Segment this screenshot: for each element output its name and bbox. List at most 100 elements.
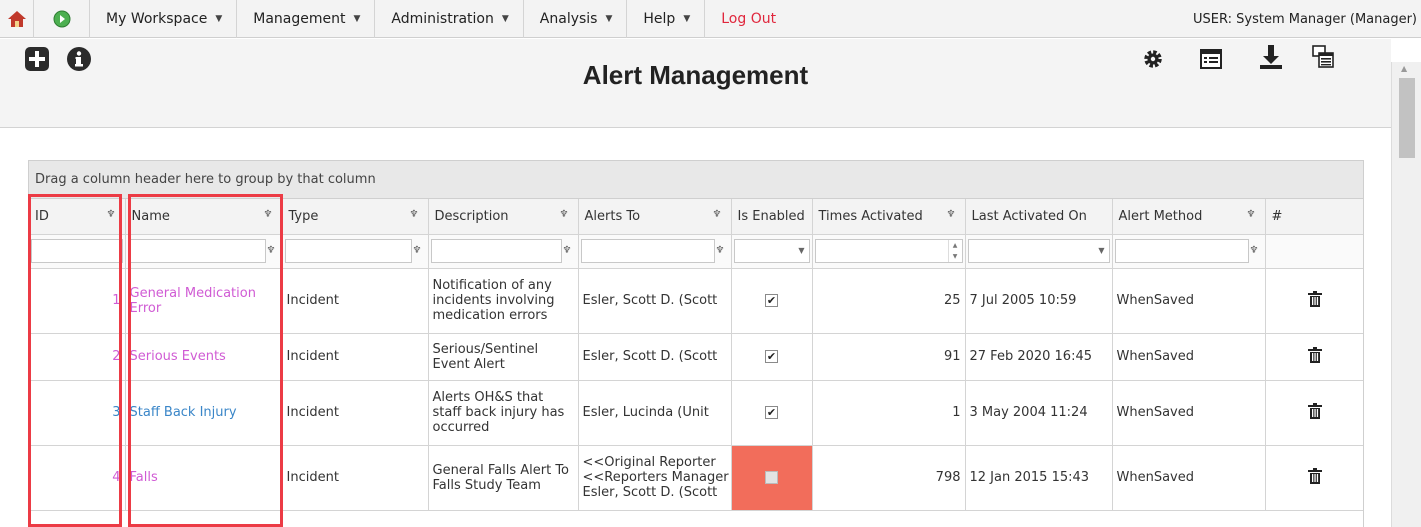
filter-pin-icon[interactable]: ♆: [716, 245, 725, 256]
download-icon[interactable]: [1258, 44, 1284, 70]
filter-pin-icon[interactable]: ♆: [413, 245, 422, 256]
cell-alert-method: WhenSaved: [1112, 380, 1266, 446]
chevron-down-icon: ▼: [1098, 246, 1105, 255]
cell-description: Serious/Sentinel Event Alert: [428, 333, 579, 381]
alert-id-link[interactable]: 3: [112, 405, 120, 420]
filter-cell-name: ♆: [125, 234, 283, 269]
filter-cell-alert-method: ♆: [1112, 234, 1266, 269]
table-row[interactable]: 2 Serious Events Incident Serious/Sentin…: [29, 333, 1363, 381]
cell-id: 4: [29, 445, 126, 511]
column-header-actions[interactable]: #: [1265, 199, 1363, 235]
enabled-checkbox[interactable]: ✔: [765, 350, 778, 363]
filter-cell-id: [29, 234, 126, 269]
cell-name: Serious Events: [125, 333, 283, 381]
logout-link[interactable]: Log Out: [705, 0, 790, 38]
alert-name-link[interactable]: Staff Back Injury: [130, 405, 237, 420]
cell-times-activated: 798: [812, 445, 966, 511]
column-title: Alerts To: [584, 208, 641, 224]
alert-name-link[interactable]: Falls: [130, 470, 158, 485]
filter-cell-type: ♆: [282, 234, 429, 269]
cell-is-enabled: ✔: [731, 333, 813, 381]
trash-icon[interactable]: [1308, 402, 1322, 423]
filter-pin-icon[interactable]: ♆: [1247, 209, 1256, 220]
alert-id-link[interactable]: 2: [112, 349, 120, 364]
menu-administration[interactable]: Administration ▼: [375, 0, 524, 38]
filter-pin-icon[interactable]: ♆: [560, 209, 569, 220]
menu-analysis[interactable]: Analysis ▼: [524, 0, 628, 38]
filter-input-times-activated[interactable]: ▲ ▼: [814, 239, 963, 263]
filter-pin-icon[interactable]: ♆: [410, 209, 419, 220]
column-header-type[interactable]: Type ♆: [282, 199, 429, 235]
column-header-times-activated[interactable]: Times Activated ♆: [812, 199, 966, 235]
menu-label: Management: [253, 11, 346, 27]
column-header-name[interactable]: Name ♆: [125, 199, 283, 235]
filter-pin-icon[interactable]: ♆: [563, 245, 572, 256]
filter-pin-icon[interactable]: ♆: [264, 209, 273, 220]
enabled-checkbox[interactable]: ✔: [765, 471, 778, 484]
export-grid-icon[interactable]: [1310, 44, 1336, 70]
filter-input-alert-method[interactable]: [1114, 239, 1249, 263]
chevron-down-icon: ▼: [215, 14, 223, 24]
filter-pin-icon[interactable]: ♆: [1250, 245, 1259, 256]
column-header-is-enabled[interactable]: Is Enabled: [731, 199, 813, 235]
column-header-alert-method[interactable]: Alert Method ♆: [1112, 199, 1266, 235]
filter-pin-icon[interactable]: ♆: [947, 209, 956, 220]
trash-icon[interactable]: [1308, 467, 1322, 488]
alert-name-link[interactable]: Serious Events: [130, 349, 226, 364]
chevron-down-icon: ▼: [353, 14, 361, 24]
go-forward-icon[interactable]: [34, 0, 90, 38]
enabled-checkbox[interactable]: ✔: [765, 406, 778, 419]
gear-icon[interactable]: [1140, 46, 1166, 72]
filter-pin-icon[interactable]: ♆: [107, 209, 116, 220]
enabled-checkbox[interactable]: ✔: [765, 294, 778, 307]
cell-id: 2: [29, 333, 126, 381]
menu-label: Help: [643, 11, 676, 27]
column-title: Last Activated On: [971, 208, 1087, 224]
alert-id-link[interactable]: 1: [112, 293, 120, 308]
table-row[interactable]: 4 Falls Incident General Falls Alert To …: [29, 445, 1363, 511]
alert-name-link[interactable]: General Medication Error: [130, 286, 256, 316]
cell-is-enabled: ✔: [731, 445, 813, 511]
cell-last-activated: 12 Jan 2015 15:43: [965, 445, 1113, 511]
cell-alerts-to: Esler, Lucinda (Unit: [578, 380, 732, 446]
column-chooser-icon[interactable]: [1198, 46, 1224, 72]
cell-id: 3: [29, 380, 126, 446]
filter-input-description[interactable]: [430, 239, 562, 263]
scrollbar-thumb[interactable]: [1399, 78, 1415, 158]
filter-pin-icon[interactable]: ♆: [267, 245, 276, 256]
group-by-drop-zone[interactable]: Drag a column header here to group by th…: [29, 161, 1363, 199]
filter-select-last-activated[interactable]: ▼: [967, 239, 1110, 263]
cell-name: Falls: [125, 445, 283, 511]
column-header-last-activated-on[interactable]: Last Activated On: [965, 199, 1113, 235]
filter-pin-icon[interactable]: ♆: [713, 209, 722, 220]
column-header-id[interactable]: ID ♆: [29, 199, 126, 235]
filter-cell-alerts-to: ♆: [578, 234, 732, 269]
menu-my-workspace[interactable]: My Workspace ▼: [90, 0, 238, 38]
column-header-alerts-to[interactable]: Alerts To ♆: [578, 199, 732, 235]
cell-alerts-to: Esler, Scott D. (Scott: [578, 268, 732, 334]
filter-cell-times-activated: ▲ ▼: [812, 234, 966, 269]
cell-actions: [1265, 380, 1363, 446]
cell-alerts-to: <<Original Reporter <<Reporters Manager …: [578, 445, 732, 511]
spinner-arrows-icon[interactable]: ▲ ▼: [947, 240, 962, 262]
vertical-scrollbar[interactable]: ▲: [1391, 62, 1421, 527]
scroll-up-arrow-icon[interactable]: ▲: [1401, 64, 1407, 73]
filter-input-type[interactable]: [284, 239, 412, 263]
menu-help[interactable]: Help ▼: [627, 0, 706, 38]
table-row[interactable]: 1 General Medication Error Incident Noti…: [29, 268, 1363, 334]
cell-actions: [1265, 445, 1363, 511]
alerts-to-line: <<Original Reporter: [582, 455, 716, 470]
alert-id-link[interactable]: 4: [112, 470, 120, 485]
filter-input-alerts-to[interactable]: [580, 239, 715, 263]
table-row[interactable]: 3 Staff Back Injury Incident Alerts OH&S…: [29, 380, 1363, 446]
trash-icon[interactable]: [1308, 346, 1322, 367]
trash-icon[interactable]: [1308, 290, 1322, 311]
filter-input-id[interactable]: [31, 239, 123, 263]
filter-select-is-enabled[interactable]: ▼: [733, 239, 810, 263]
column-header-description[interactable]: Description ♆: [428, 199, 579, 235]
menu-management[interactable]: Management ▼: [237, 0, 376, 38]
filter-cell-actions: [1265, 234, 1363, 269]
filter-input-name[interactable]: [127, 239, 266, 263]
home-icon[interactable]: [0, 0, 34, 38]
column-header-row: ID ♆ Name ♆ Type ♆ Description ♆ Alerts To ♆ …: [29, 199, 1363, 235]
